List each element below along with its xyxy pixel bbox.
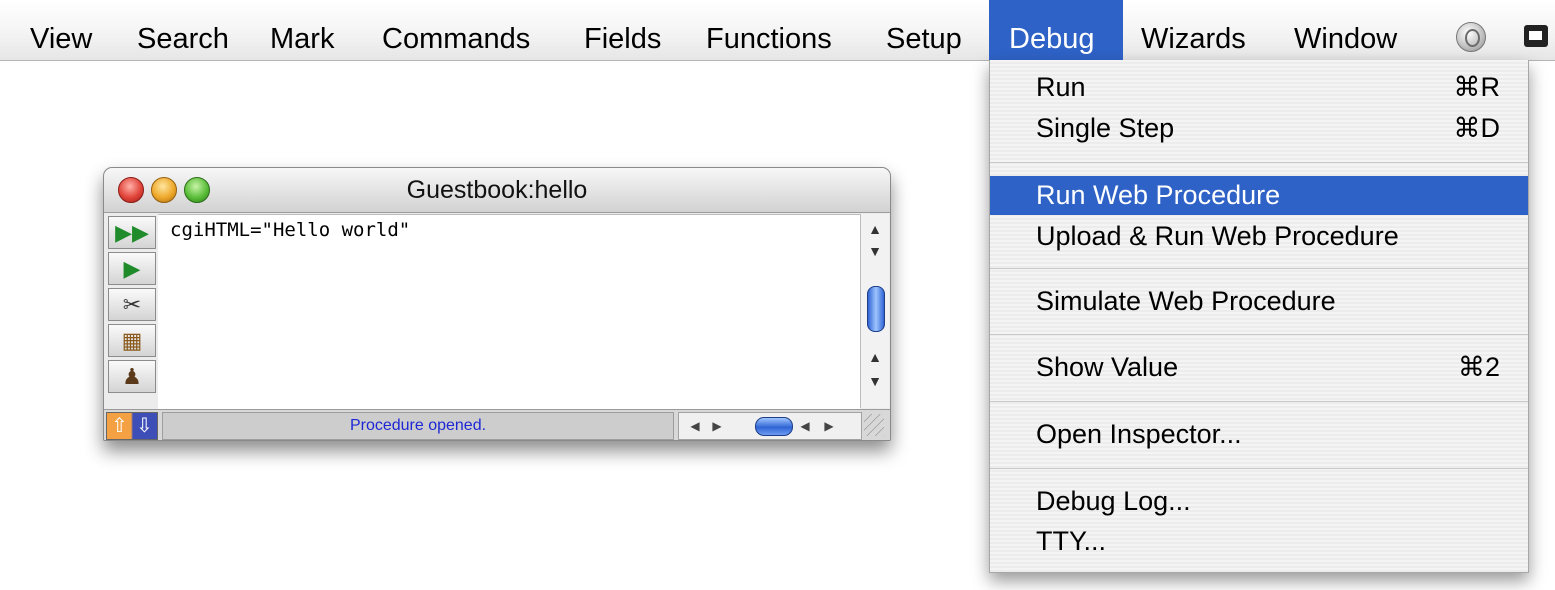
menu-mark[interactable]: Mark: [270, 0, 334, 60]
code-line[interactable]: cgiHTML="Hello world": [170, 219, 410, 241]
menu-item-shortcut: ⌘D: [1453, 113, 1501, 143]
menu-item-shortcut: ⌘R: [1453, 72, 1501, 102]
menu-view[interactable]: View: [30, 0, 92, 60]
procedure-toolbar: ▶▶ ▶ ✂ ▦ ♟: [106, 214, 158, 408]
menu-separator: [990, 468, 1528, 469]
vertical-scroll-thumb[interactable]: [867, 286, 885, 332]
scroll-up-arrow-icon[interactable]: ▲: [861, 346, 889, 368]
menu-item-shortcut: ⌘2: [1457, 352, 1500, 382]
status-bar: ⇧ ⇩ Procedure opened. ◀ ▶ ◀ ▶: [104, 409, 890, 440]
scroll-down-arrow-icon[interactable]: ▼: [861, 370, 889, 392]
menu-separator: [990, 401, 1528, 402]
menu-item-show-value[interactable]: Show Value ⌘2: [990, 348, 1528, 387]
menu-debug[interactable]: Debug: [989, 0, 1123, 61]
menu-item-label: Open Inspector...: [1036, 419, 1242, 449]
order-buttons[interactable]: ⇧ ⇩: [106, 412, 158, 440]
window-icon[interactable]: [1524, 25, 1548, 47]
menu-item-label: Show Value: [1036, 352, 1179, 382]
horizontal-scroll-thumb[interactable]: [755, 417, 793, 436]
puzzle-icon[interactable]: ▦: [108, 324, 156, 357]
menu-item-label: Run: [1036, 72, 1086, 102]
globe-icon[interactable]: [1456, 22, 1486, 52]
scroll-left-arrow-icon[interactable]: ◀: [795, 413, 815, 439]
window-titlebar[interactable]: Guestbook:hello: [104, 168, 890, 213]
code-editor[interactable]: cgiHTML="Hello world": [158, 214, 860, 409]
up-arrow-icon[interactable]: ⇧: [107, 413, 132, 439]
menu-item-upload-run-web-procedure[interactable]: Upload & Run Web Procedure: [990, 217, 1528, 256]
scroll-up-arrow-icon[interactable]: ▲: [861, 218, 889, 240]
menu-item-single-step[interactable]: Single Step ⌘D: [990, 109, 1528, 148]
menu-item-label: Run Web Procedure: [1036, 180, 1281, 210]
menu-item-simulate-web-procedure[interactable]: Simulate Web Procedure: [990, 282, 1528, 321]
scroll-down-arrow-icon[interactable]: ▼: [861, 240, 889, 262]
scissors-icon[interactable]: ✂: [108, 288, 156, 321]
menu-separator: [990, 162, 1528, 163]
horizontal-scrollbar[interactable]: ◀ ▶ ◀ ▶: [678, 412, 862, 440]
play-icon[interactable]: ▶: [108, 252, 156, 285]
menu-item-label: Single Step: [1036, 113, 1175, 143]
user-icon[interactable]: ♟: [108, 360, 156, 393]
menu-separator: [990, 268, 1528, 269]
menu-item-label: Simulate Web Procedure: [1036, 286, 1336, 316]
menu-commands[interactable]: Commands: [382, 0, 530, 60]
down-arrow-icon[interactable]: ⇩: [132, 413, 157, 439]
menu-item-debug-log[interactable]: Debug Log...: [990, 482, 1528, 521]
vertical-scrollbar[interactable]: ▲ ▼ ▲ ▼: [860, 214, 889, 408]
debug-menu: Run ⌘R Single Step ⌘D Run Web Procedure …: [989, 60, 1529, 573]
menu-fields[interactable]: Fields: [584, 0, 661, 60]
menu-item-tty[interactable]: TTY...: [990, 522, 1528, 561]
menu-functions[interactable]: Functions: [706, 0, 832, 60]
scroll-right-arrow-icon[interactable]: ▶: [819, 413, 839, 439]
procedure-window: Guestbook:hello ▶▶ ▶ ✂ ▦ ♟ cgiHTML="Hell…: [103, 167, 891, 441]
menu-bar: View Search Mark Commands Fields Functio…: [0, 0, 1555, 61]
menu-search[interactable]: Search: [137, 0, 229, 60]
menu-item-run[interactable]: Run ⌘R: [990, 68, 1528, 107]
menu-wizards[interactable]: Wizards: [1141, 0, 1246, 60]
scroll-right-arrow-icon[interactable]: ▶: [707, 413, 727, 439]
menu-item-run-web-procedure[interactable]: Run Web Procedure: [990, 176, 1528, 215]
fast-forward-icon[interactable]: ▶▶: [108, 216, 156, 249]
menu-setup[interactable]: Setup: [886, 0, 962, 60]
window-title: Guestbook:hello: [406, 176, 588, 204]
menu-window[interactable]: Window: [1294, 0, 1397, 60]
menu-separator: [990, 334, 1528, 335]
scroll-left-arrow-icon[interactable]: ◀: [685, 413, 705, 439]
menu-item-open-inspector[interactable]: Open Inspector...: [990, 415, 1528, 454]
resize-grip-icon[interactable]: [864, 414, 884, 436]
status-message: Procedure opened.: [162, 412, 674, 440]
menu-item-label: Upload & Run Web Procedure: [1036, 221, 1399, 251]
menu-item-label: Debug Log...: [1036, 486, 1191, 516]
menu-item-label: TTY...: [1036, 526, 1107, 556]
